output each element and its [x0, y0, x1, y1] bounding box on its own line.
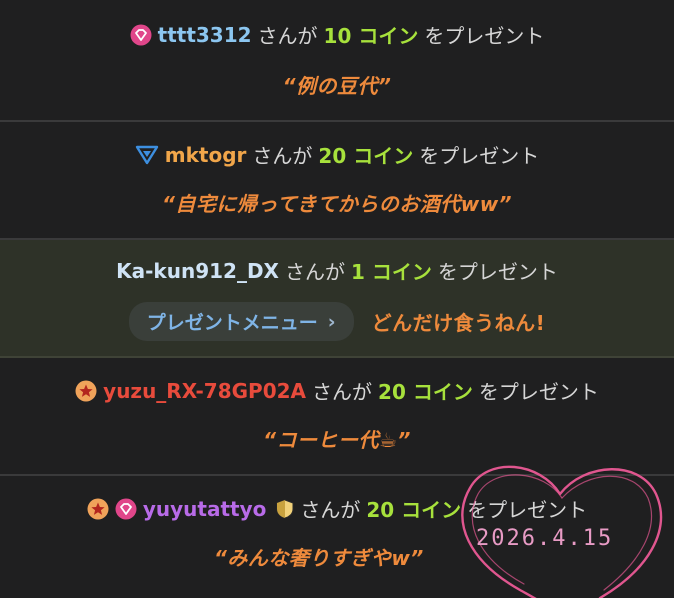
- gift-message-row: “自宅に帰ってきてからのお酒代ww”: [0, 188, 674, 217]
- present-text: をプレゼント: [478, 380, 599, 404]
- present-text: をプレゼント: [467, 498, 588, 522]
- gift-message-row: “コーヒー代☕”: [0, 424, 674, 453]
- gift-card-4: yuzu_RX-78GP02A さんが 20 コイン をプレゼント “コーヒー代…: [0, 358, 674, 476]
- gift-card-1: tttt3312 さんが 10 コイン をプレゼント “例の豆代”: [0, 0, 674, 122]
- san-ga-text: さんが: [252, 144, 313, 168]
- username[interactable]: yuzu_RX-78GP02A: [103, 379, 306, 403]
- shield-badge-icon: [276, 498, 294, 519]
- triangle-badge-icon: [135, 145, 159, 165]
- present-text: をプレゼント: [437, 260, 558, 284]
- present-menu-button[interactable]: プレゼントメニュー ›: [128, 302, 354, 341]
- gift-message: “自宅に帰ってきてからのお酒代ww”: [161, 192, 513, 216]
- san-ga-text: さんが: [312, 380, 373, 404]
- present-text: をプレゼント: [419, 144, 540, 168]
- gift-card-2: mktogr さんが 20 コイン をプレゼント “自宅に帰ってきてからのお酒代…: [0, 122, 674, 240]
- diamond-badge-icon: [130, 24, 152, 46]
- star-badge-icon: [75, 380, 97, 402]
- san-ga-text: さんが: [284, 260, 345, 284]
- coin-amount: 1 コイン: [350, 260, 432, 284]
- star-badge-icon: [87, 498, 109, 520]
- gift-line: tttt3312 さんが 10 コイン をプレゼント: [0, 20, 674, 49]
- gift-line: yuyutattyo さんが 20 コイン をプレゼント: [0, 494, 674, 523]
- gift-message: “例の豆代”: [282, 74, 392, 98]
- coin-amount: 20 コイン: [378, 380, 473, 404]
- gift-line: mktogr さんが 20 コイン をプレゼント: [0, 140, 674, 169]
- present-text: をプレゼント: [424, 24, 545, 48]
- gift-message: どんだけ食うねん!: [371, 311, 546, 335]
- gift-feed: tttt3312 さんが 10 コイン をプレゼント “例の豆代” mktogr…: [0, 0, 674, 598]
- san-ga-text: さんが: [300, 498, 361, 522]
- coin-amount: 20 コイン: [366, 498, 462, 522]
- gift-message: “コーヒー代☕”: [263, 428, 411, 452]
- coin-amount: 10 コイン: [323, 24, 419, 48]
- gift-card-3: Ka-kun912_DX さんが 1 コイン をプレゼント プレゼントメニュー …: [0, 240, 674, 358]
- handwritten-date: 2026.4.15: [476, 526, 614, 551]
- username[interactable]: yuyutattyo: [143, 497, 267, 521]
- gift-line: Ka-kun912_DX さんが 1 コイン をプレゼント: [0, 256, 674, 285]
- username[interactable]: tttt3312: [158, 23, 252, 47]
- chevron-right-icon: ›: [327, 310, 336, 333]
- san-ga-text: さんが: [257, 24, 318, 48]
- gift-message-row: “例の豆代”: [0, 70, 674, 99]
- username[interactable]: Ka-kun912_DX: [116, 259, 279, 283]
- gift-message-row: プレゼントメニュー › どんだけ食うねん!: [0, 302, 674, 341]
- diamond-badge-icon: [115, 498, 137, 520]
- coin-amount: 20 コイン: [318, 144, 414, 168]
- username[interactable]: mktogr: [165, 143, 247, 167]
- gift-message: “みんな奢りすぎやw”: [214, 546, 424, 570]
- gift-line: yuzu_RX-78GP02A さんが 20 コイン をプレゼント: [0, 376, 674, 405]
- present-menu-label: プレゼントメニュー: [146, 312, 318, 334]
